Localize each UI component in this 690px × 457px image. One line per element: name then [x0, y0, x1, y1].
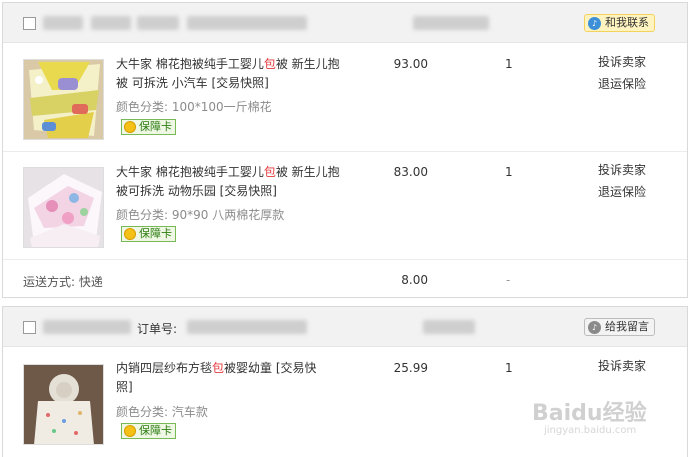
guarantee-icon: [124, 228, 136, 240]
contact-me-button[interactable]: ♪ 和我联系: [584, 14, 655, 32]
product-sku: 颜色分类: 汽车款: [116, 405, 208, 419]
guarantee-label: 保障卡: [139, 227, 172, 240]
order-header: 订单号: ♪ 给我留言: [3, 307, 687, 347]
order-item: 大牛家 棉花抱被纯手工婴儿包被 新生儿抱被可拆洗 动物乐园 [交易快照] 颜色分…: [3, 152, 687, 260]
product-title-highlight: 包: [212, 361, 225, 375]
item-price: 25.99: [393, 361, 428, 375]
leave-message-button[interactable]: ♪ 给我留言: [584, 318, 655, 336]
leave-message-label: 给我留言: [605, 320, 649, 333]
shipping-method: 运送方式: 快递: [23, 275, 103, 289]
return-insurance-link[interactable]: 退运保险: [598, 181, 646, 203]
chat-icon: ♪: [588, 17, 601, 30]
complain-seller-link[interactable]: 投诉卖家: [598, 159, 646, 181]
complain-seller-link[interactable]: 投诉卖家: [598, 355, 646, 377]
order-header: ♪ 和我联系: [3, 3, 687, 43]
item-price: 83.00: [393, 165, 428, 179]
product-thumbnail[interactable]: [23, 167, 104, 248]
contact-me-label: 和我联系: [605, 16, 649, 29]
product-title-text: 内销四层纱布方毯: [116, 361, 213, 375]
order-number-label: 订单号:: [137, 322, 178, 336]
product-title[interactable]: 大牛家 棉花抱被纯手工婴儿包被 新生儿抱被可拆洗 动物乐园 [交易快照]: [116, 163, 341, 201]
product-title[interactable]: 内销四层纱布方毯包被婴幼童 [交易快照]: [116, 359, 326, 397]
product-title-text: 大牛家 棉花抱被纯手工婴儿: [116, 57, 264, 71]
redacted-order-date: [43, 16, 83, 30]
product-thumbnail[interactable]: [23, 59, 104, 140]
shipping-row: 运送方式: 快递 8.00 -: [3, 260, 687, 298]
item-quantity: 1: [505, 361, 513, 375]
product-title-text: 大牛家 棉花抱被纯手工婴儿: [116, 165, 264, 179]
redacted-order-number: [187, 16, 307, 30]
redacted-order-number: [187, 320, 307, 334]
product-sku: 颜色分类: 90*90 八两棉花厚款: [116, 208, 285, 222]
guarantee-card-badge[interactable]: 保障卡: [121, 226, 176, 242]
baidu-jingyan-watermark: Baidu经验 jingyan.baidu.com: [532, 395, 682, 447]
shipping-fee: 8.00: [401, 273, 428, 287]
complain-seller-link[interactable]: 投诉卖家: [598, 51, 646, 73]
return-insurance-link[interactable]: 退运保险: [598, 73, 646, 95]
watermark-url: jingyan.baidu.com: [544, 425, 637, 436]
redacted-order-field: [91, 16, 131, 30]
guarantee-label: 保障卡: [139, 424, 172, 437]
message-icon: ♪: [588, 321, 601, 334]
redacted-shop-name: [413, 16, 489, 30]
order-select-checkbox[interactable]: [23, 17, 36, 30]
product-sku: 颜色分类: 100*100一斤棉花: [116, 100, 272, 114]
guarantee-card-badge[interactable]: 保障卡: [121, 119, 176, 135]
order-item: 大牛家 棉花抱被纯手工婴儿包被 新生儿抱被 可拆洗 小汽车 [交易快照] 颜色分…: [3, 43, 687, 152]
guarantee-icon: [124, 121, 136, 133]
item-quantity: 1: [505, 165, 513, 179]
item-actions: 投诉卖家 退运保险: [598, 51, 646, 95]
order-select-checkbox[interactable]: [23, 321, 36, 334]
item-actions: 投诉卖家 退运保险: [598, 159, 646, 203]
guarantee-label: 保障卡: [139, 120, 172, 133]
product-image-swaddle-cars: [24, 60, 103, 139]
product-title-highlight: 包: [263, 57, 276, 71]
redacted-order-field: [137, 16, 179, 30]
guarantee-card-badge[interactable]: 保障卡: [121, 423, 176, 439]
item-actions: 投诉卖家: [598, 355, 646, 377]
item-price: 93.00: [393, 57, 428, 71]
product-thumbnail[interactable]: [23, 364, 104, 445]
order-card: ♪ 和我联系 大牛家 棉花抱被纯手工婴儿包被 新生儿抱被 可拆洗 小汽车 [交易…: [2, 2, 688, 298]
product-image-swaddle-animals: [24, 168, 103, 247]
guarantee-icon: [124, 425, 136, 437]
redacted-order-date: [43, 320, 131, 334]
watermark-logo-text: Baidu经验: [532, 401, 647, 426]
item-quantity: 1: [505, 57, 513, 71]
product-title[interactable]: 大牛家 棉花抱被纯手工婴儿包被 新生儿抱被 可拆洗 小汽车 [交易快照]: [116, 55, 341, 93]
shipping-qty-placeholder: -: [506, 273, 511, 287]
redacted-shop-name: [423, 320, 475, 334]
product-title-highlight: 包: [263, 165, 276, 179]
product-image-gauze-blanket: [24, 365, 103, 444]
